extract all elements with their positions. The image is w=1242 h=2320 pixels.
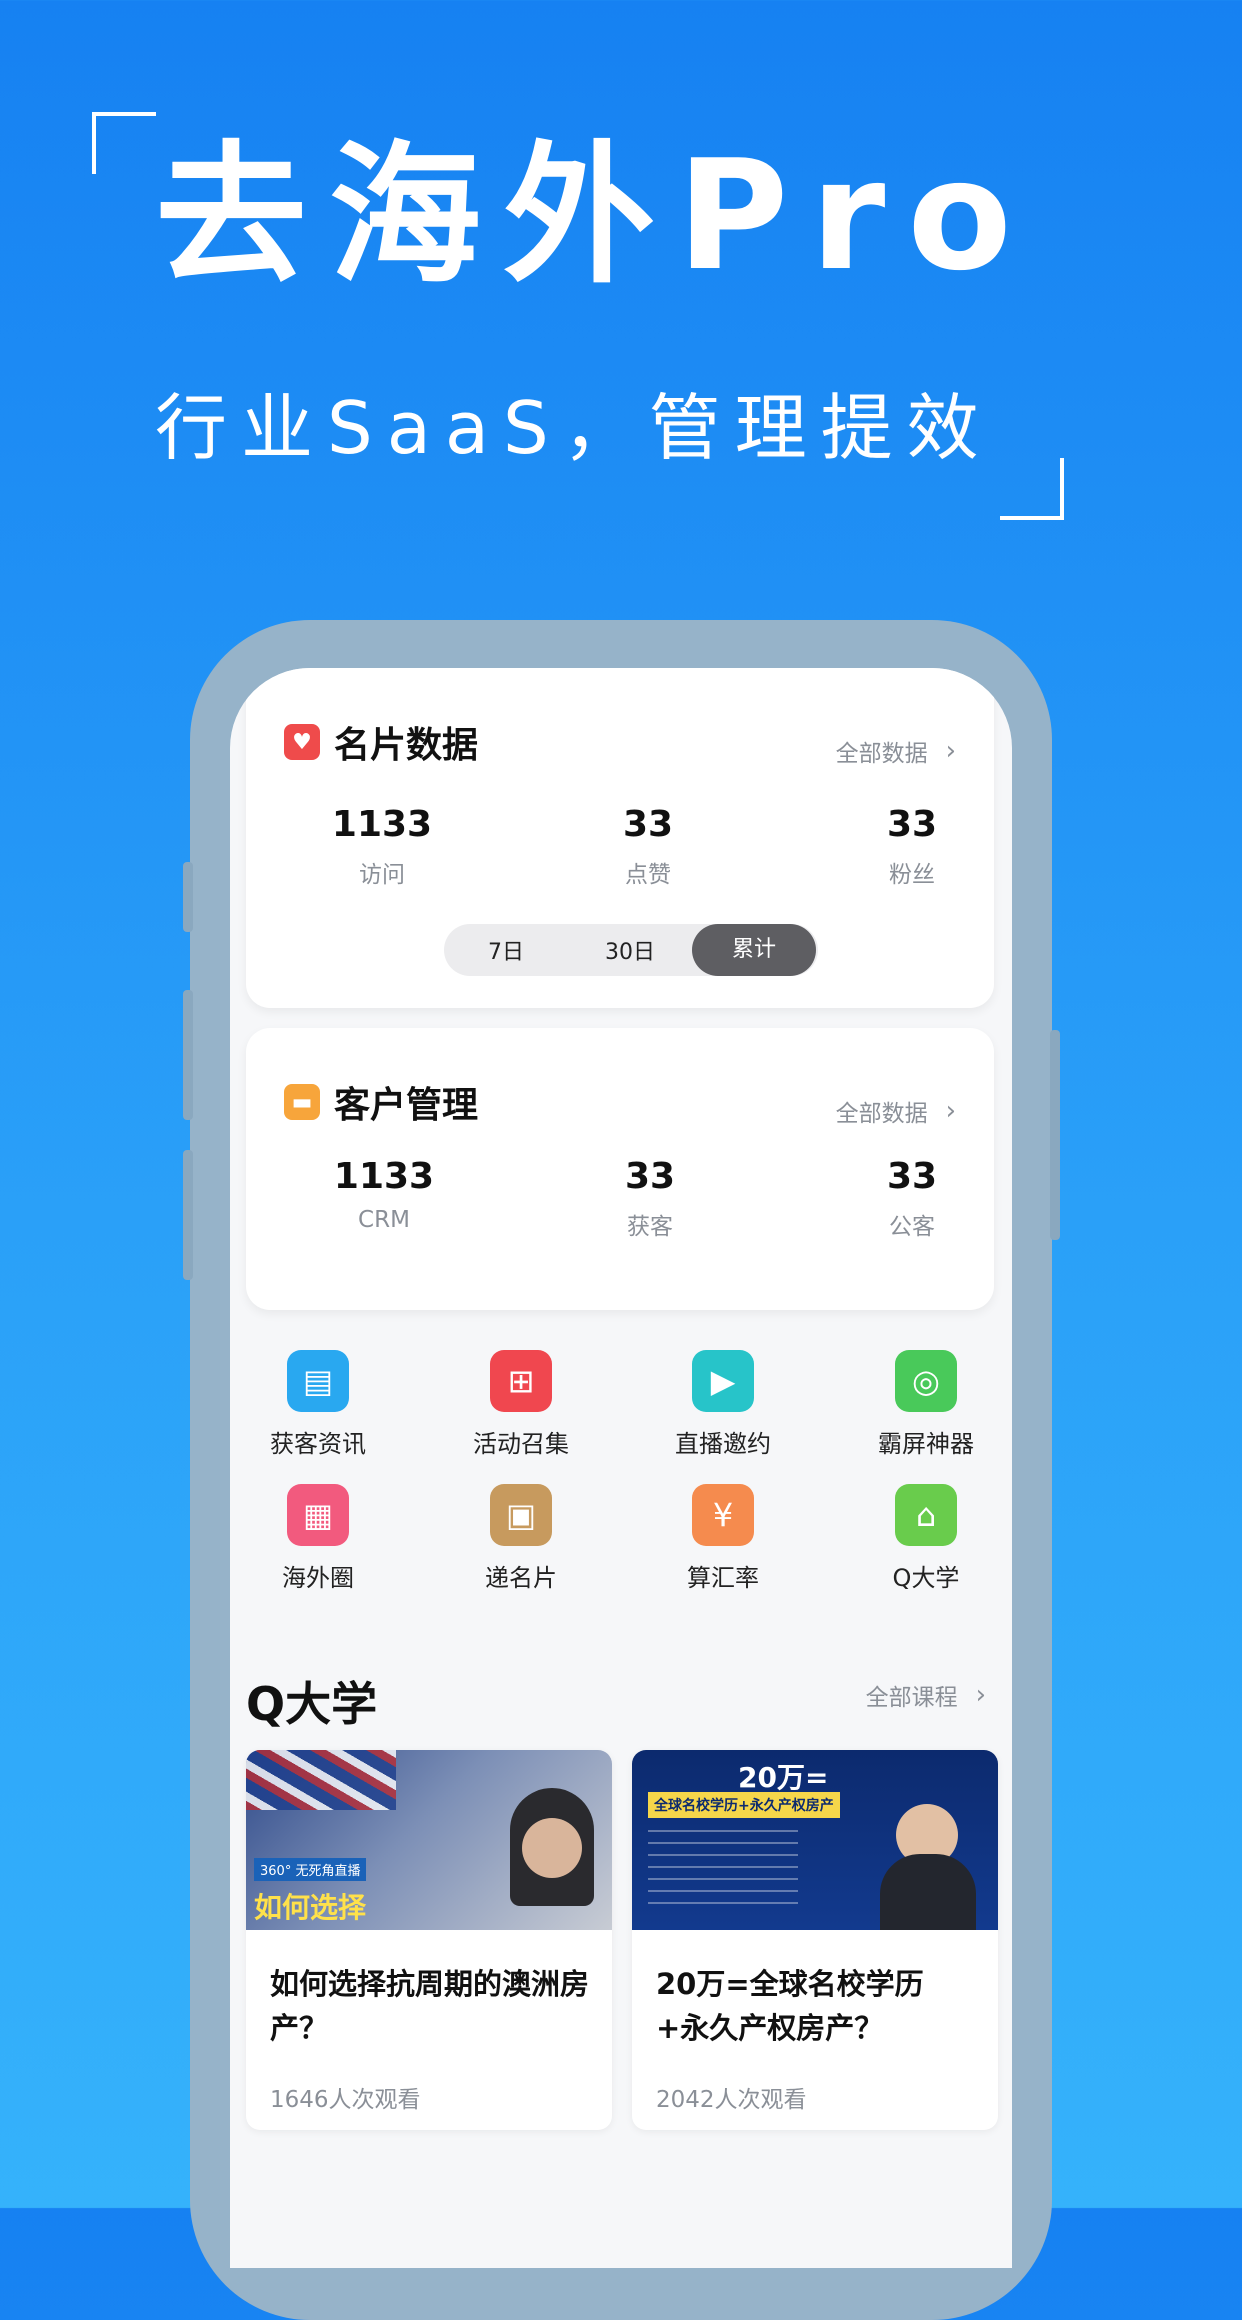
stat-crm-label: CRM [358,1207,410,1233]
stat-public-value: 33 [886,1156,938,1197]
customer-header: ▬ 客户管理 [284,1076,478,1128]
range-toggle: 7日 30日 累计 [444,924,818,976]
stat-public-label: 公客 [889,1214,935,1240]
customer-all-link[interactable]: 全部数据 › [836,1094,956,1128]
tool-q-university[interactable]: ⌂ Q大学 [846,1484,1006,1593]
tool-label: 算汇率 [687,1564,759,1592]
stat-likes[interactable]: 33 点赞 [548,804,748,889]
stat-visits[interactable]: 1133 访问 [282,804,482,889]
card-stats-panel: ♥ 名片数据 全部数据 › 1133 访问 33 点赞 33 粉丝 7日 30日… [246,668,994,1008]
thumb-badge: 360° 无死角直播 [254,1858,367,1881]
thumb-text-lines [648,1830,798,1910]
chevron-right-icon: › [945,1096,956,1126]
thumb-headline: 20万= [738,1761,829,1794]
phone-side-button [183,862,193,932]
tool-label: 活动召集 [473,1430,569,1458]
heart-icon: ♥ [284,724,320,760]
tool-overseas-circle[interactable]: ▦ 海外圈 [238,1484,398,1593]
range-7d[interactable]: 7日 [444,934,568,966]
range-30d[interactable]: 30日 [568,934,692,966]
card-stats-title: 名片数据 [334,725,479,766]
stat-crm[interactable]: 1133 CRM [284,1156,484,1233]
bracket-bottom-right [1000,458,1064,520]
tool-label: 直播邀约 [675,1430,771,1458]
stat-visits-label: 访问 [359,862,405,888]
presenter-graphic [880,1854,976,1930]
stat-likes-value: 33 [622,804,674,845]
tool-label: 递名片 [485,1564,557,1592]
stat-fans-value: 33 [886,804,938,845]
tool-exchange-rate[interactable]: ¥ 算汇率 [643,1484,803,1593]
stat-acquired-value: 33 [624,1156,676,1197]
phone-power-button [1050,1030,1060,1240]
folder-icon: ▬ [284,1084,320,1120]
play-icon: ▶ [692,1350,754,1412]
thumb-badge: 全球名校学历+永久产权房产 [648,1792,840,1818]
stat-fans[interactable]: 33 粉丝 [812,804,1012,889]
flag-graphic [246,1750,396,1810]
tool-live-invite[interactable]: ▶ 直播邀约 [643,1350,803,1459]
customer-panel: ▬ 客户管理 全部数据 › 1133 CRM 33 获客 33 公客 [246,1028,994,1310]
card-stats-header: ♥ 名片数据 [284,716,478,768]
chevron-right-icon: › [975,1680,986,1710]
id-card-icon: ▣ [490,1484,552,1546]
course-card-education-property[interactable]: 20万= 全球名校学历+永久产权房产 20万=全球名校学历+永久产权房产？ 20… [632,1750,998,2130]
card-stats-all-label: 全部数据 [835,741,928,767]
stat-acquired-label: 获客 [627,1214,673,1240]
tool-label: 获客资讯 [270,1430,366,1458]
ring-icon: ◎ [895,1350,957,1412]
yen-icon: ¥ [692,1484,754,1546]
grid-icon: ▦ [287,1484,349,1546]
customer-all-label: 全部数据 [835,1101,928,1127]
tool-leads-news[interactable]: ▤ 获客资讯 [238,1350,398,1459]
stat-crm-value: 1133 [333,1156,435,1197]
course-title: 如何选择抗周期的澳洲房产？ [270,1967,590,2045]
chevron-right-icon: › [945,736,956,766]
phone-volume-down [183,1150,193,1280]
course-views: 2042人次观看 [656,2087,807,2113]
phone-screen: ♥ 名片数据 全部数据 › 1133 访问 33 点赞 33 粉丝 7日 30日… [230,668,1012,2268]
thumb-headline: 如何选择 [254,1891,367,1924]
range-total[interactable]: 累计 [692,924,816,976]
tool-label: 海外圈 [282,1564,354,1592]
university-title: Q大学 [246,1677,378,1731]
stat-acquired[interactable]: 33 获客 [550,1156,750,1241]
presenter-face-graphic [522,1818,582,1878]
course-thumbnail: 360° 无死角直播 如何选择 [246,1750,612,1930]
phone-volume-up [183,990,193,1120]
gift-icon: ⊞ [490,1350,552,1412]
course-title: 20万=全球名校学历+永久产权房产？ [656,1967,924,2045]
course-thumbnail: 20万= 全球名校学历+永久产权房产 [632,1750,998,1930]
document-icon: ▤ [287,1350,349,1412]
tool-screen-takeover[interactable]: ◎ 霸屏神器 [846,1350,1006,1459]
bracket-top-left [92,112,156,174]
stat-visits-value: 1133 [331,804,433,845]
customer-title: 客户管理 [334,1085,479,1126]
tool-label: Q大学 [892,1564,960,1592]
hero-subtitle: 行业SaaS，管理提效 [155,386,993,470]
university-icon: ⌂ [895,1484,957,1546]
card-stats-all-link[interactable]: 全部数据 › [836,734,956,768]
all-courses-link[interactable]: 全部课程 › [866,1678,986,1712]
hero-title: 去海外Pro [155,127,1034,304]
course-views: 1646人次观看 [270,2087,421,2113]
stat-likes-label: 点赞 [625,862,671,888]
tool-label: 霸屏神器 [878,1430,974,1458]
course-card-australia[interactable]: 360° 无死角直播 如何选择 如何选择抗周期的澳洲房产？ 1646人次观看 [246,1750,612,2130]
stat-public[interactable]: 33 公客 [812,1156,1012,1241]
all-courses-label: 全部课程 [865,1685,958,1711]
tool-event-gather[interactable]: ⊞ 活动召集 [441,1350,601,1459]
tool-send-card[interactable]: ▣ 递名片 [441,1484,601,1593]
stat-fans-label: 粉丝 [889,862,935,888]
